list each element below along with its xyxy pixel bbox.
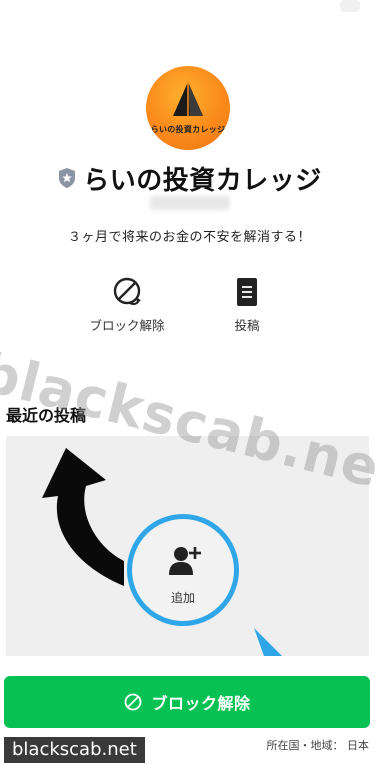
- unblock-icon: [113, 277, 141, 306]
- unblock-button[interactable]: ブロック解除: [4, 676, 370, 728]
- top-indicator: [340, 0, 360, 12]
- country-value: 日本: [347, 739, 369, 752]
- avatar-text: らいの投資カレッジ: [150, 125, 226, 134]
- profile-name: らいの投資カレッジ: [83, 165, 322, 196]
- status-message: ３ヶ月で将来のお金の不安を解消する！: [67, 230, 311, 245]
- unblock-button-icon: [125, 693, 142, 711]
- country-label: 所在国・地域：: [266, 739, 344, 752]
- posts-action[interactable]: 投稿: [192, 275, 302, 334]
- shield-star-icon: [59, 168, 76, 188]
- post-icon: [237, 278, 257, 306]
- logo-icon: [173, 82, 203, 116]
- unblock-button-label: ブロック解除: [151, 694, 251, 713]
- profile-avatar[interactable]: らいの投資カレッジ: [146, 66, 230, 150]
- posts-action-label: 投稿: [234, 318, 260, 333]
- unblock-action-label: ブロック解除: [89, 318, 165, 333]
- brand-watermark: blackscab.net: [4, 737, 145, 763]
- line-id-blurred: [150, 196, 230, 210]
- profile-title-row: らいの投資カレッジ: [0, 160, 379, 196]
- add-friend-icon: [169, 547, 201, 575]
- add-friend-button[interactable]: 追加: [127, 514, 239, 626]
- add-friend-label: 追加: [170, 591, 195, 605]
- country-info: 所在国・地域： 日本: [267, 737, 370, 753]
- unblock-action[interactable]: ブロック解除: [72, 275, 182, 334]
